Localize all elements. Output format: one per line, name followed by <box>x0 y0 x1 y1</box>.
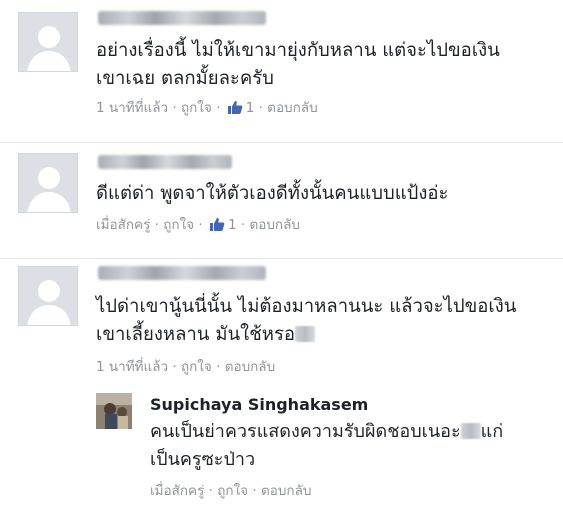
timestamp[interactable]: 1 นาทีที่แล้ว <box>96 359 168 375</box>
default-avatar-icon[interactable] <box>18 153 78 213</box>
timestamp[interactable]: เมื่อสักครู่ <box>96 217 150 233</box>
comment-text: ไปด่าเขานู้นนี่นั้น ไม่ต้องมาหลานนะ แล้ว… <box>96 296 517 345</box>
reply-actions: เมื่อสักครู่ · ถูกใจ · ตอบกลับ <box>150 483 312 499</box>
censored-text-blur <box>295 326 316 342</box>
reply-link[interactable]: ตอบกลับ <box>267 100 317 116</box>
comment-actions: 1 นาทีที่แล้ว · ถูกใจ · 1 · ตอบกลับ <box>96 99 318 120</box>
thumbs-up-icon[interactable] <box>227 99 243 120</box>
comment-text: อย่างเรื่องนี้ ไม่ให้เขามายุ่งกับหลาน แต… <box>96 40 500 89</box>
like-count[interactable]: 1 <box>246 100 255 116</box>
reply-author-name[interactable]: Supichaya Singhakasem <box>150 395 368 414</box>
default-avatar-icon[interactable] <box>18 266 78 326</box>
like-link[interactable]: ถูกใจ <box>181 100 212 116</box>
comment-text: ดีแต่ด่า พูดจาให้ตัวเองดีทั้งนั้นคนแบบแป… <box>96 183 449 204</box>
comment-actions: เมื่อสักครู่ · ถูกใจ · 1 · ตอบกลับ <box>96 216 300 237</box>
like-link[interactable]: ถูกใจ <box>163 217 194 233</box>
commenter-name-redacted[interactable] <box>98 155 232 169</box>
censored-text-blur <box>460 423 481 439</box>
like-count[interactable]: 1 <box>228 217 237 233</box>
timestamp[interactable]: 1 นาทีที่แล้ว <box>96 100 168 116</box>
thumbs-up-icon[interactable] <box>209 216 225 237</box>
avatar[interactable] <box>96 393 132 429</box>
like-link[interactable]: ถูกใจ <box>217 483 248 499</box>
commenter-name-redacted[interactable] <box>98 266 266 280</box>
default-avatar-icon[interactable] <box>18 12 78 72</box>
reply-text: คนเป็นย่าควรแสดงความรับผิดชอบเนอะ แก่ เป็… <box>150 421 504 470</box>
timestamp[interactable]: เมื่อสักครู่ <box>150 483 204 499</box>
commenter-name-redacted[interactable] <box>98 11 266 25</box>
like-link[interactable]: ถูกใจ <box>181 359 212 375</box>
reply-link[interactable]: ตอบกลับ <box>261 483 311 499</box>
reply-link[interactable]: ตอบกลับ <box>225 359 275 375</box>
reply-link[interactable]: ตอบกลับ <box>249 217 299 233</box>
comment-actions: 1 นาทีที่แล้ว · ถูกใจ · ตอบกลับ <box>96 359 276 375</box>
divider <box>0 142 563 143</box>
divider <box>0 258 563 259</box>
